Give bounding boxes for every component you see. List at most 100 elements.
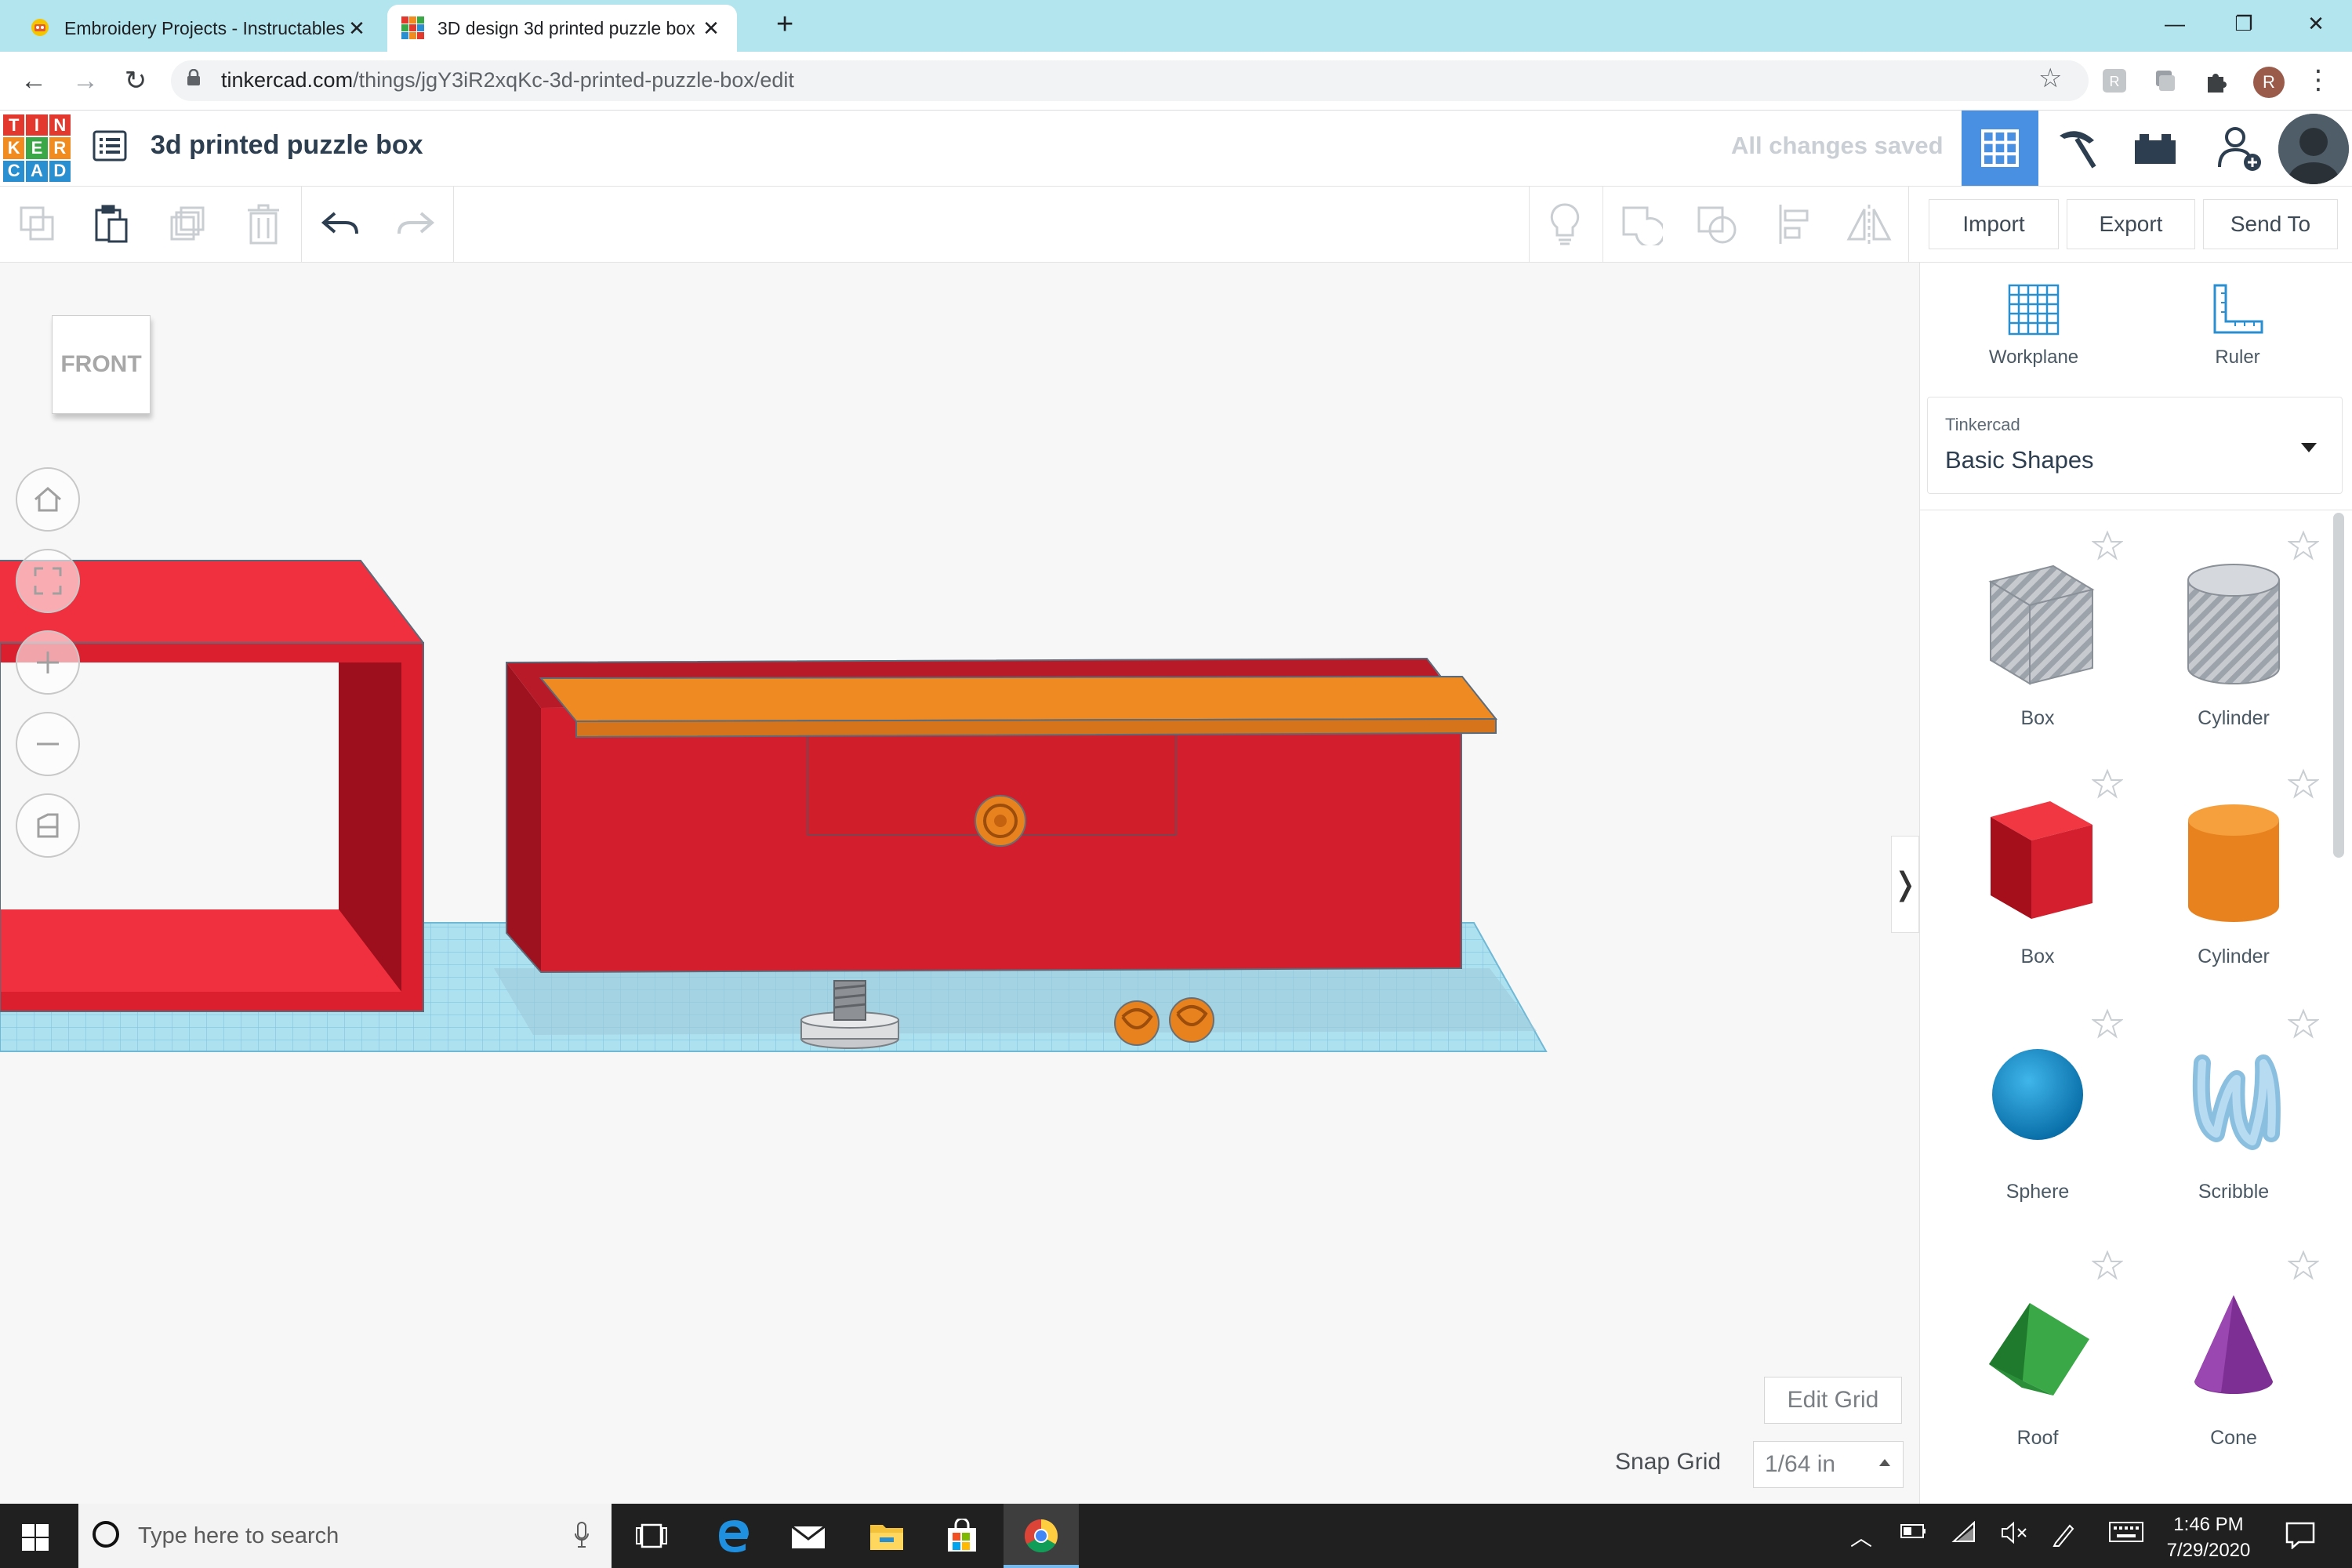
lightbulb-icon bbox=[1550, 203, 1580, 245]
favorite-star-icon[interactable] bbox=[2288, 768, 2319, 800]
forward-arrow-icon[interactable]: → bbox=[66, 63, 105, 99]
taskbar-search[interactable]: Type here to search bbox=[78, 1504, 612, 1568]
browser-menu-icon[interactable]: ⋮ bbox=[2305, 64, 2332, 96]
orange-lid-part[interactable] bbox=[539, 675, 1498, 739]
favorite-star-icon[interactable] bbox=[2288, 530, 2319, 561]
import-button[interactable]: Import bbox=[1929, 199, 2059, 249]
notes-button[interactable] bbox=[1541, 201, 1588, 248]
extension-copy-icon[interactable] bbox=[2151, 67, 2178, 94]
view-cube-front-face[interactable]: FRONT bbox=[52, 315, 151, 414]
align-button[interactable] bbox=[1772, 201, 1819, 248]
microphone-icon[interactable] bbox=[574, 1521, 590, 1549]
shape-scribble[interactable]: Scribble bbox=[2143, 1032, 2324, 1203]
invite-user-button[interactable] bbox=[2201, 111, 2278, 186]
snap-grid-select[interactable]: 1/64 in bbox=[1753, 1441, 1904, 1488]
redo-button[interactable] bbox=[392, 201, 439, 248]
blocks-view-button[interactable] bbox=[2038, 111, 2115, 186]
design-list-icon[interactable] bbox=[93, 130, 127, 162]
shape-cone[interactable]: Cone bbox=[2143, 1278, 2324, 1450]
logo-letter: C bbox=[3, 160, 25, 182]
back-arrow-icon[interactable]: ← bbox=[14, 63, 53, 99]
minimize-icon[interactable]: — bbox=[2151, 5, 2198, 42]
shape-cylinder-hole[interactable]: Cylinder bbox=[2143, 550, 2324, 730]
battery-icon[interactable] bbox=[1900, 1521, 1927, 1546]
system-clock[interactable]: 1:46 PM 7/29/2020 bbox=[2150, 1512, 2267, 1563]
restore-icon[interactable]: ❐ bbox=[2220, 5, 2267, 42]
projection-toggle-button[interactable] bbox=[16, 793, 80, 858]
new-tab-icon[interactable]: + bbox=[776, 8, 793, 42]
shape-sphere[interactable]: Sphere bbox=[1947, 1032, 2128, 1203]
bookmark-star-icon[interactable]: ☆ bbox=[2038, 63, 2062, 94]
shape-cylinder[interactable]: Cylinder bbox=[2143, 789, 2324, 968]
library-category: Tinkercad bbox=[1945, 415, 2020, 434]
user-avatar[interactable] bbox=[2278, 114, 2349, 184]
logo-letter: R bbox=[49, 137, 71, 159]
edge-browser-icon[interactable] bbox=[713, 1516, 753, 1555]
export-button[interactable]: Export bbox=[2067, 199, 2195, 249]
windows-start-icon[interactable] bbox=[22, 1524, 49, 1551]
zoom-out-button[interactable] bbox=[16, 712, 80, 776]
favorite-star-icon[interactable] bbox=[2092, 1008, 2123, 1040]
favorite-star-icon[interactable] bbox=[2288, 1008, 2319, 1040]
home-view-button[interactable] bbox=[16, 467, 80, 532]
tinkercad-logo[interactable]: T I N K E R C A D bbox=[3, 114, 71, 182]
close-tab-icon[interactable]: ✕ bbox=[699, 16, 723, 41]
touch-keyboard-icon[interactable] bbox=[2109, 1521, 2143, 1548]
close-tab-icon[interactable]: ✕ bbox=[345, 16, 368, 41]
ungroup-button[interactable] bbox=[1693, 201, 1740, 248]
file-explorer-icon[interactable] bbox=[867, 1516, 906, 1555]
delete-button[interactable] bbox=[240, 201, 287, 248]
workplane-scene[interactable] bbox=[0, 263, 1919, 1504]
window-close-icon[interactable]: ✕ bbox=[2292, 5, 2339, 42]
shape-box[interactable]: Box bbox=[1947, 789, 2128, 968]
shape-roof[interactable]: Roof bbox=[1947, 1278, 2128, 1450]
send-to-button[interactable]: Send To bbox=[2203, 199, 2338, 249]
collapse-panel-button[interactable]: ❭ bbox=[1891, 836, 1919, 933]
paste-button[interactable] bbox=[88, 201, 135, 248]
favorite-star-icon[interactable] bbox=[2092, 1250, 2123, 1281]
reload-icon[interactable]: ↻ bbox=[116, 63, 155, 99]
puzzle-extensions-icon[interactable] bbox=[2203, 67, 2230, 94]
3d-view-button[interactable] bbox=[1962, 111, 2038, 186]
chrome-icon[interactable] bbox=[1022, 1516, 1061, 1555]
view-cube[interactable]: FRONT bbox=[52, 315, 151, 417]
undo-button[interactable] bbox=[317, 201, 364, 248]
wifi-icon[interactable] bbox=[1951, 1520, 1977, 1550]
shapes-scrollbar[interactable] bbox=[2333, 513, 2344, 858]
browser-tab-instructables[interactable]: Embroidery Projects - Instructables ✕ bbox=[14, 5, 383, 52]
copy-button[interactable] bbox=[14, 201, 61, 248]
extension-r-icon[interactable]: R bbox=[2101, 67, 2128, 94]
duplicate-button[interactable] bbox=[165, 201, 212, 248]
url-text[interactable]: tinkercad.com/things/jgY3iR2xqKc-3d-prin… bbox=[221, 68, 794, 93]
group-button[interactable] bbox=[1618, 201, 1665, 248]
favorite-star-icon[interactable] bbox=[2092, 530, 2123, 561]
clock-date: 7/29/2020 bbox=[2166, 1540, 2251, 1561]
mail-icon[interactable] bbox=[789, 1516, 828, 1555]
favorite-star-icon[interactable] bbox=[2288, 1250, 2319, 1281]
left-frame-part[interactable] bbox=[0, 560, 424, 1012]
pen-workspace-icon[interactable] bbox=[2051, 1521, 2078, 1553]
ruler-tool[interactable]: Ruler bbox=[2175, 282, 2300, 368]
bricks-view-button[interactable] bbox=[2117, 111, 2194, 186]
tinkercad-favicon-icon bbox=[401, 16, 424, 39]
shape-library-select[interactable]: Tinkercad Basic Shapes bbox=[1927, 397, 2343, 494]
mirror-button[interactable] bbox=[1846, 201, 1893, 248]
task-view-icon[interactable] bbox=[632, 1516, 671, 1555]
shape-box-hole[interactable]: Box bbox=[1947, 550, 2128, 730]
browser-tab-tinkercad[interactable]: 3D design 3d printed puzzle box | Tinker… bbox=[387, 5, 737, 52]
workplane-tool[interactable]: Workplane bbox=[1971, 282, 2096, 368]
orange-ball-part[interactable] bbox=[1169, 997, 1214, 1043]
design-title[interactable]: 3d printed puzzle box bbox=[151, 130, 423, 161]
microsoft-store-icon[interactable] bbox=[942, 1516, 982, 1555]
profile-avatar[interactable]: R bbox=[2253, 67, 2285, 98]
volume-muted-icon[interactable] bbox=[2001, 1521, 2029, 1550]
zoom-in-button[interactable] bbox=[16, 630, 80, 695]
orange-ball-part[interactable] bbox=[1114, 1000, 1160, 1046]
favorite-star-icon[interactable] bbox=[2092, 768, 2123, 800]
fit-view-button[interactable] bbox=[16, 549, 80, 613]
edit-grid-button[interactable]: Edit Grid bbox=[1764, 1377, 1902, 1424]
notifications-icon[interactable] bbox=[2285, 1521, 2316, 1549]
toolbar-separator bbox=[1602, 187, 1603, 262]
show-hidden-icons-icon[interactable]: ︿ bbox=[1850, 1521, 1872, 1552]
save-status: All changes saved bbox=[1731, 132, 1944, 159]
